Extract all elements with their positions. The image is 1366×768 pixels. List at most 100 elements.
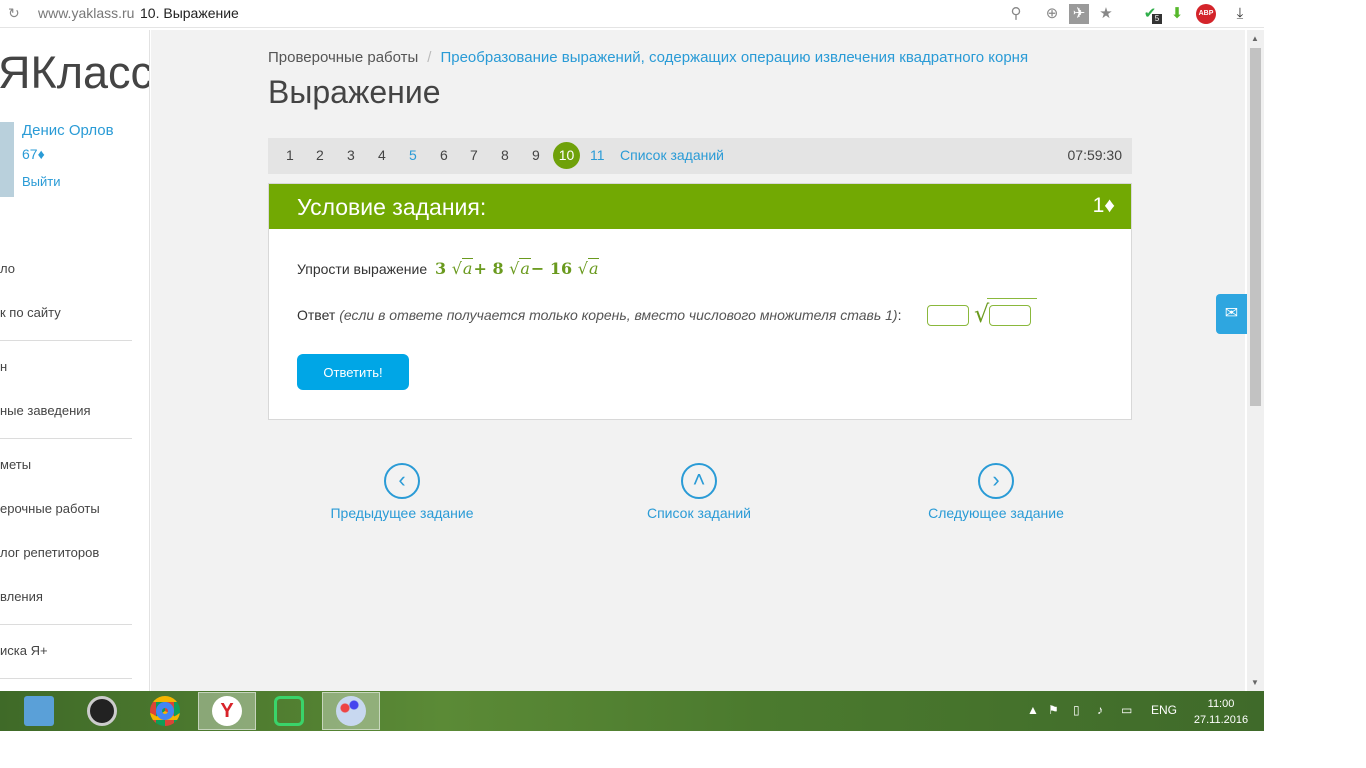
camera-app-icon — [87, 696, 117, 726]
windows-icon — [24, 696, 54, 726]
chevron-left-icon[interactable]: ‹ — [384, 463, 420, 499]
sqrt-icon: √ — [451, 259, 462, 278]
sqrt-icon: √ — [577, 259, 588, 278]
sidebar-item[interactable]: лог репетиторов — [0, 545, 99, 560]
sidebar-item[interactable]: ные заведения — [0, 403, 91, 418]
chevron-up-icon[interactable]: ˄ — [681, 463, 717, 499]
timer: 07:59:30 — [1067, 147, 1123, 163]
task-number-nav: 1 2 3 4 5 6 7 8 9 10 11 Список заданий 0… — [268, 138, 1132, 174]
adblock-icon[interactable]: ABP — [1196, 4, 1216, 24]
sidebar-item[interactable]: иска Я+ — [0, 643, 48, 658]
task-card-header: Условие задания: 1♦ — [269, 184, 1131, 229]
volume-icon[interactable]: ♪ — [1097, 703, 1103, 717]
start-button[interactable] — [10, 692, 68, 730]
task-list-link[interactable]: Список заданий — [620, 147, 724, 163]
breadcrumb-current[interactable]: Преобразование выражений, содержащих опе… — [440, 49, 1028, 66]
sidebar-item[interactable]: н — [0, 359, 7, 374]
taskbar-app[interactable] — [260, 692, 318, 730]
prev-task-label[interactable]: Предыдущее задание — [302, 505, 502, 521]
task-number[interactable]: 7 — [470, 147, 478, 163]
radicand-input[interactable] — [989, 305, 1031, 326]
clock-time: 11:00 — [1207, 698, 1235, 710]
clock[interactable]: 11:00 27.11.2016 — [1192, 696, 1250, 728]
prev-task-link[interactable]: ‹ Предыдущее задание — [302, 463, 502, 521]
taskbar: Y ▲ ⚑ ▯ ♪ ▭ ENG 11:00 27.11.2016 — [0, 691, 1264, 731]
reload-icon[interactable]: ↻ — [8, 5, 20, 22]
task-number[interactable]: 8 — [501, 147, 509, 163]
taskbar-app[interactable] — [322, 692, 380, 730]
task-number[interactable]: 5 — [409, 147, 417, 163]
task-list-label[interactable]: Список заданий — [599, 505, 799, 521]
tray-expand-icon[interactable]: ▲ — [1027, 703, 1039, 717]
scroll-up-icon[interactable]: ▲ — [1251, 34, 1259, 43]
next-task-label[interactable]: Следующее задание — [896, 505, 1096, 521]
submit-answer-button[interactable]: Ответить! — [297, 354, 409, 390]
task-condition-heading: Условие задания: — [297, 194, 487, 220]
device-icon[interactable]: ▯ — [1073, 703, 1080, 717]
task-number[interactable]: 9 — [532, 147, 540, 163]
answer-label: Ответ (если в ответе получается только к… — [297, 307, 902, 323]
extension-icon[interactable]: ✈ — [1069, 4, 1089, 24]
download-icon[interactable]: ⤓ — [1230, 4, 1250, 24]
main-content: Проверочные работы / Преобразование выраже… — [151, 30, 1245, 691]
task-number-current[interactable]: 10 — [553, 142, 580, 169]
shield-app-icon — [274, 696, 304, 726]
task-number[interactable]: 11 — [590, 147, 605, 163]
mail-icon[interactable]: ✉ — [1216, 294, 1247, 334]
url-text[interactable]: www.yaklass.ru — [38, 5, 134, 21]
taskbar-app[interactable] — [136, 692, 194, 730]
breadcrumb: Проверочные работы / Преобразование выраже… — [268, 49, 1028, 66]
sqrt-icon: √ — [509, 259, 520, 278]
extension-badge: 5 — [1152, 14, 1162, 24]
search-icon[interactable]: ⚲ — [1006, 4, 1026, 24]
task-number[interactable]: 1 — [286, 147, 294, 163]
page-title: Выражение — [268, 74, 441, 110]
task-number[interactable]: 4 — [378, 147, 386, 163]
sidebar-item[interactable]: к по сайту — [0, 305, 61, 320]
task-list-bottom-link[interactable]: ˄ Список заданий — [599, 463, 799, 521]
task-number[interactable]: 6 — [440, 147, 448, 163]
language-indicator[interactable]: ENG — [1151, 703, 1177, 717]
task-points: 1♦ — [1092, 194, 1115, 217]
yandex-browser-icon: Y — [212, 696, 242, 726]
task-card: Условие задания: 1♦ Упрости выражение 3 … — [268, 183, 1132, 420]
scroll-down-icon[interactable]: ▼ — [1251, 678, 1259, 687]
avatar[interactable] — [0, 122, 14, 197]
sqrt-icon: √ — [974, 300, 990, 328]
taskbar-app[interactable]: Y — [198, 692, 256, 730]
browser-address-bar: ↻ www.yaklass.ru 10. Выражение ⚲ ⊕ ✈ ★ ✔… — [0, 0, 1264, 28]
star-icon[interactable]: ★ — [1096, 4, 1116, 24]
paint-icon — [336, 696, 366, 726]
download-helper-icon[interactable]: ⬇ — [1167, 4, 1187, 24]
next-task-link[interactable]: › Следующее задание — [896, 463, 1096, 521]
flag-icon[interactable]: ⚑ — [1048, 703, 1059, 717]
globe-icon[interactable]: ⊕ — [1042, 4, 1062, 24]
sidebar-divider — [0, 678, 132, 679]
math-expression: 3 √a+ 8 √a− 16 √a — [435, 258, 600, 278]
clock-date: 27.11.2016 — [1193, 714, 1249, 726]
task-number[interactable]: 3 — [347, 147, 355, 163]
user-points[interactable]: 67♦ — [22, 146, 45, 162]
logout-link[interactable]: Выйти — [22, 174, 61, 189]
sidebar: ЯКласс Денис Орлов 67♦ Выйти ло к по сай… — [0, 30, 150, 691]
question-text: Упрости выражение — [297, 261, 428, 277]
sidebar-divider — [0, 340, 132, 341]
breadcrumb-parent[interactable]: Проверочные работы — [268, 49, 418, 66]
task-number[interactable]: 2 — [316, 147, 324, 163]
network-icon[interactable]: ▭ — [1121, 703, 1132, 717]
sqrt-bar — [987, 298, 1037, 299]
sidebar-item[interactable]: меты — [0, 457, 31, 472]
sidebar-item[interactable]: ерочные работы — [0, 501, 100, 516]
user-name-link[interactable]: Денис Орлов — [22, 122, 114, 139]
scrollbar[interactable]: ▲ ▼ — [1247, 30, 1264, 691]
coefficient-input[interactable] — [927, 305, 969, 326]
taskbar-app[interactable] — [73, 692, 131, 730]
sidebar-item[interactable]: ло — [0, 261, 15, 276]
sidebar-item[interactable]: вления — [0, 589, 43, 604]
sidebar-divider — [0, 624, 132, 625]
scrollbar-thumb[interactable] — [1250, 48, 1261, 406]
chevron-right-icon[interactable]: › — [978, 463, 1014, 499]
site-logo[interactable]: ЯКласс — [0, 47, 149, 99]
chrome-icon — [150, 696, 180, 726]
breadcrumb-separator: / — [427, 49, 432, 66]
